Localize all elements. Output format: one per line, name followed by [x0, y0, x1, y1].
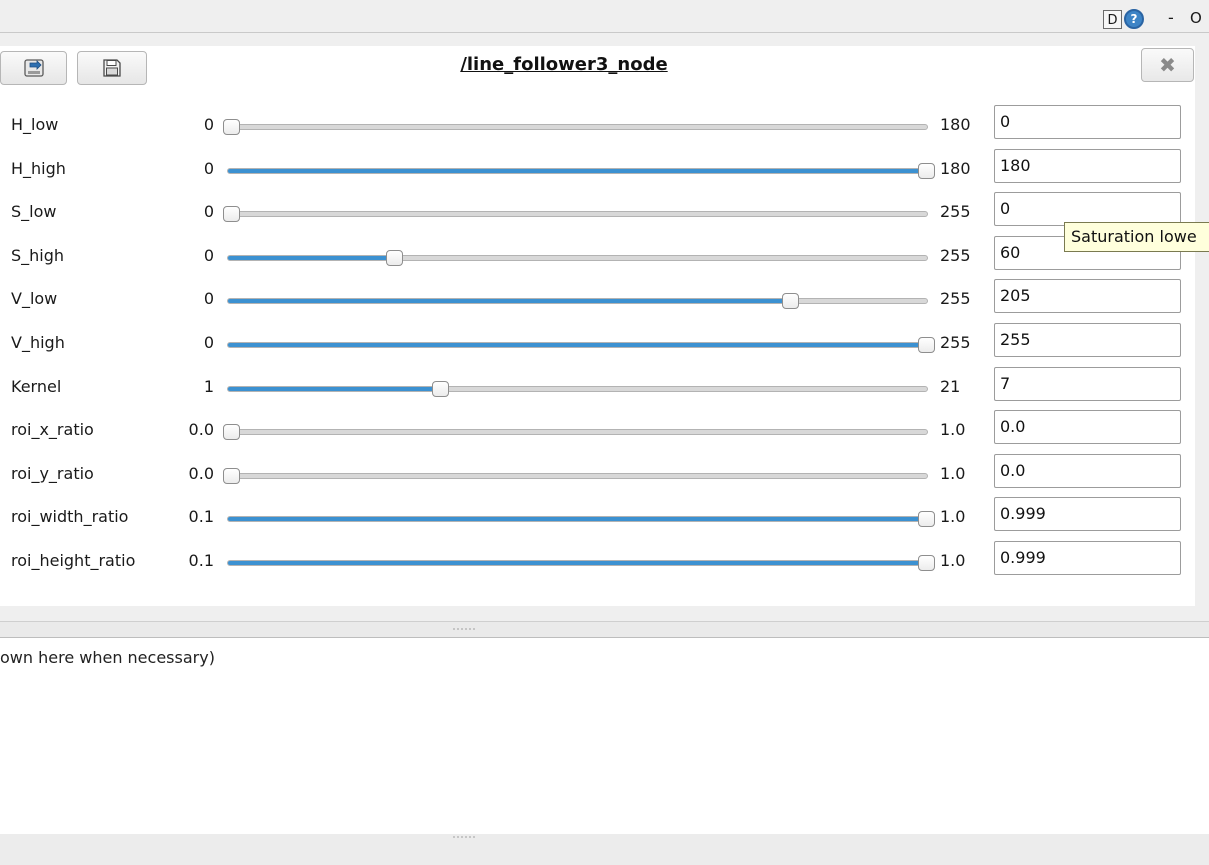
param-row: roi_x_ratio 0.0 1.0 0.0	[0, 410, 1195, 453]
param-name: H_low	[11, 115, 59, 134]
minimize-button[interactable]: -	[1168, 8, 1174, 27]
param-min: 0.0	[188, 420, 214, 440]
param-max: 255	[940, 289, 971, 309]
slider-fill	[228, 386, 440, 391]
param-max: 255	[940, 245, 971, 265]
param-name: roi_y_ratio	[11, 463, 94, 483]
param-name: H_high	[11, 158, 66, 178]
param-slider[interactable]	[227, 293, 928, 310]
param-row: roi_y_ratio 0.0 1.0 0.0	[0, 453, 1195, 497]
title-bar: D ? - O	[0, 0, 1209, 33]
status-bar	[0, 834, 1209, 865]
param-slider[interactable]	[223, 206, 928, 223]
param-max: 180	[940, 158, 971, 178]
param-slider[interactable]	[223, 119, 928, 135]
slider-handle[interactable]	[782, 293, 799, 310]
param-name: roi_width_ratio	[11, 507, 129, 527]
param-row: roi_height_ratio 0.1 1.0 0.999	[0, 541, 1195, 584]
param-value-input[interactable]: 205	[994, 279, 1181, 314]
param-value-input[interactable]: 0.0	[994, 453, 1181, 488]
param-name: V_low	[11, 289, 58, 309]
param-max: 1.0	[940, 463, 966, 483]
param-name: roi_x_ratio	[11, 420, 94, 440]
splitter-handle[interactable]	[0, 621, 1209, 637]
slider-handle[interactable]	[386, 249, 403, 266]
d-button[interactable]: D	[1103, 10, 1122, 29]
close-icon[interactable]: ✖	[1141, 48, 1194, 82]
param-row: V_low 0 255 205	[0, 279, 1195, 322]
log-area: own here when necessary)	[0, 637, 1209, 835]
param-min: 1	[203, 376, 214, 396]
statusbar-grip	[452, 836, 476, 838]
param-row: S_high 0 255 60	[0, 235, 1195, 279]
node-title: /line_follower3_node	[460, 54, 668, 75]
param-max: 1.0	[940, 420, 966, 440]
slider-fill	[228, 299, 790, 304]
param-name: Kernel	[11, 376, 62, 396]
param-name: V_high	[11, 333, 65, 352]
slider-fill	[228, 255, 394, 260]
slider-handle[interactable]	[223, 206, 240, 223]
param-slider[interactable]	[227, 337, 935, 353]
param-max: 255	[940, 202, 971, 222]
param-value-input[interactable]: 0	[994, 105, 1181, 139]
param-min: 0	[203, 158, 214, 178]
param-min: 0.1	[188, 507, 214, 527]
param-min: 0	[203, 333, 214, 352]
slider-handle[interactable]	[432, 380, 449, 397]
maximize-button[interactable]: O	[1190, 9, 1202, 27]
slider-fill	[228, 517, 926, 522]
param-min: 0	[203, 202, 214, 222]
param-min: 0	[203, 245, 214, 265]
param-value-input[interactable]: 180	[994, 148, 1181, 183]
param-value-input[interactable]: 7	[994, 366, 1181, 401]
param-name: S_low	[11, 202, 57, 222]
param-slider[interactable]	[227, 162, 935, 179]
param-row: H_high 0 180 180	[0, 148, 1195, 192]
param-slider[interactable]	[223, 424, 928, 441]
param-slider[interactable]	[227, 380, 928, 397]
param-slider[interactable]	[223, 467, 928, 484]
param-min: 0.1	[188, 551, 214, 570]
slider-handle[interactable]	[918, 555, 935, 571]
param-slider[interactable]	[227, 555, 935, 571]
param-name: S_high	[11, 245, 65, 265]
slider-handle[interactable]	[223, 424, 240, 441]
param-value-input[interactable]: 0.999	[994, 541, 1181, 575]
param-value-input[interactable]: 0.999	[994, 497, 1181, 532]
param-value-input[interactable]: 255	[994, 323, 1181, 357]
slider-handle[interactable]	[918, 162, 935, 179]
param-row: V_high 0 255 255	[0, 323, 1195, 366]
param-max: 1.0	[940, 507, 966, 527]
log-message: own here when necessary)	[0, 648, 215, 667]
param-min: 0	[203, 289, 214, 309]
param-max: 255	[940, 333, 971, 352]
param-row: Kernel 1 21 7	[0, 366, 1195, 410]
param-max: 1.0	[940, 551, 966, 570]
slider-fill	[228, 343, 926, 347]
param-row: S_low 0 255 0	[0, 192, 1195, 235]
param-max: 180	[940, 115, 971, 134]
param-min: 0.0	[188, 463, 214, 483]
slider-handle[interactable]	[223, 467, 240, 484]
tooltip: Saturation lowe	[1064, 222, 1209, 252]
slider-handle[interactable]	[223, 119, 240, 135]
param-name: roi_height_ratio	[11, 551, 136, 570]
slider-handle[interactable]	[918, 337, 935, 353]
param-value-input[interactable]: 0.0	[994, 410, 1181, 445]
slider-fill	[228, 561, 926, 565]
param-min: 0	[203, 115, 214, 134]
splitter-grip	[452, 628, 476, 630]
slider-handle[interactable]	[918, 511, 935, 528]
param-slider[interactable]	[227, 511, 935, 528]
slider-fill	[228, 168, 926, 173]
param-row: H_low 0 180 0	[0, 105, 1195, 148]
param-slider[interactable]	[227, 249, 928, 266]
help-icon[interactable]: ?	[1124, 9, 1144, 29]
param-max: 21	[940, 376, 961, 396]
param-row: roi_width_ratio 0.1 1.0 0.999	[0, 497, 1195, 540]
